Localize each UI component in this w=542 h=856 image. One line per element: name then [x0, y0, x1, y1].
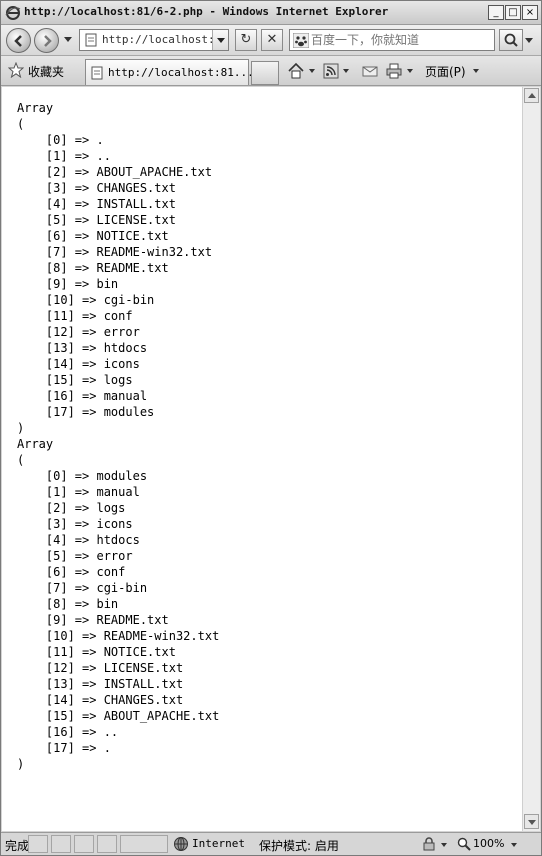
maximize-button[interactable]: □ — [505, 5, 521, 20]
tab-current-page[interactable]: http://localhost:81... — [85, 59, 254, 85]
lock-icon[interactable] — [421, 836, 437, 852]
refresh-icon: ↻ — [240, 32, 252, 47]
refresh-button[interactable]: ↻ — [235, 29, 257, 51]
zoom-dropdown[interactable] — [511, 843, 517, 847]
navigation-bar: http://localhost:81/6-2.php ↻ ✕ — [1, 25, 541, 56]
stop-icon: ✕ — [266, 32, 278, 47]
print-r-output: Array ( [0] => . [1] => .. [2] => ABOUT_… — [17, 101, 220, 771]
address-bar[interactable]: http://localhost:81/6-2.php — [79, 29, 229, 51]
ie-logo-icon — [5, 6, 21, 20]
browser-window: http://localhost:81/6-2.php - Windows In… — [0, 0, 542, 856]
page-menu[interactable]: 页面(P) — [425, 63, 466, 80]
close-button[interactable]: × — [522, 5, 538, 20]
scroll-down-button[interactable] — [524, 814, 539, 829]
address-text[interactable]: http://localhost:81/6-2.php — [102, 33, 212, 46]
status-bar: 完成 Internet 保护模式: 启用 100% — [1, 832, 541, 855]
back-button[interactable] — [6, 28, 31, 53]
tab-title: http://localhost:81... — [108, 66, 254, 79]
zoom-level[interactable]: 100% — [473, 837, 504, 850]
search-box[interactable] — [289, 29, 495, 51]
home-dropdown[interactable] — [309, 69, 315, 73]
history-dropdown[interactable] — [64, 37, 72, 42]
scroll-up-button[interactable] — [524, 88, 539, 103]
star-icon — [8, 62, 24, 78]
stop-button[interactable]: ✕ — [261, 29, 283, 51]
print-dropdown[interactable] — [407, 69, 413, 73]
security-zone[interactable]: Internet — [192, 837, 245, 850]
status-panel — [97, 835, 117, 853]
status-panel — [120, 835, 168, 853]
window-title: http://localhost:81/6-2.php - Windows In… — [24, 5, 389, 18]
search-icon — [504, 33, 518, 47]
favorites-bar: 收藏夹 http://localhost:81... 页面(P) — [1, 56, 541, 86]
zone-dropdown[interactable] — [441, 843, 447, 847]
zoom-icon[interactable] — [456, 836, 472, 852]
search-dropdown[interactable] — [525, 38, 533, 43]
status-text: 完成 — [5, 839, 30, 853]
status-panel — [28, 835, 48, 853]
forward-button[interactable] — [34, 28, 59, 53]
feeds-dropdown[interactable] — [343, 69, 349, 73]
title-bar[interactable]: http://localhost:81/6-2.php - Windows In… — [1, 1, 541, 25]
protected-mode-status[interactable]: 保护模式: 启用 — [259, 837, 339, 854]
status-panel — [51, 835, 71, 853]
minimize-button[interactable]: _ — [488, 5, 504, 20]
page-icon — [91, 66, 103, 80]
address-dropdown[interactable] — [212, 30, 228, 50]
baidu-paw-icon — [293, 33, 309, 48]
globe-icon — [174, 837, 188, 851]
page-icon — [85, 33, 97, 47]
print-icon[interactable] — [385, 62, 403, 80]
search-input[interactable] — [311, 31, 491, 49]
mail-icon[interactable] — [361, 62, 379, 80]
feeds-icon[interactable] — [323, 62, 339, 80]
back-arrow-icon — [14, 35, 22, 47]
new-tab-button[interactable] — [251, 61, 279, 85]
page-menu-dropdown[interactable] — [473, 69, 479, 73]
forward-arrow-icon — [44, 35, 52, 47]
favorites-button[interactable]: 收藏夹 — [28, 63, 64, 80]
vertical-scrollbar[interactable] — [522, 87, 540, 831]
search-button[interactable] — [499, 29, 523, 51]
status-panel — [74, 835, 94, 853]
home-icon[interactable] — [287, 62, 305, 80]
page-content: Array ( [0] => . [1] => .. [2] => ABOUT_… — [2, 87, 522, 831]
